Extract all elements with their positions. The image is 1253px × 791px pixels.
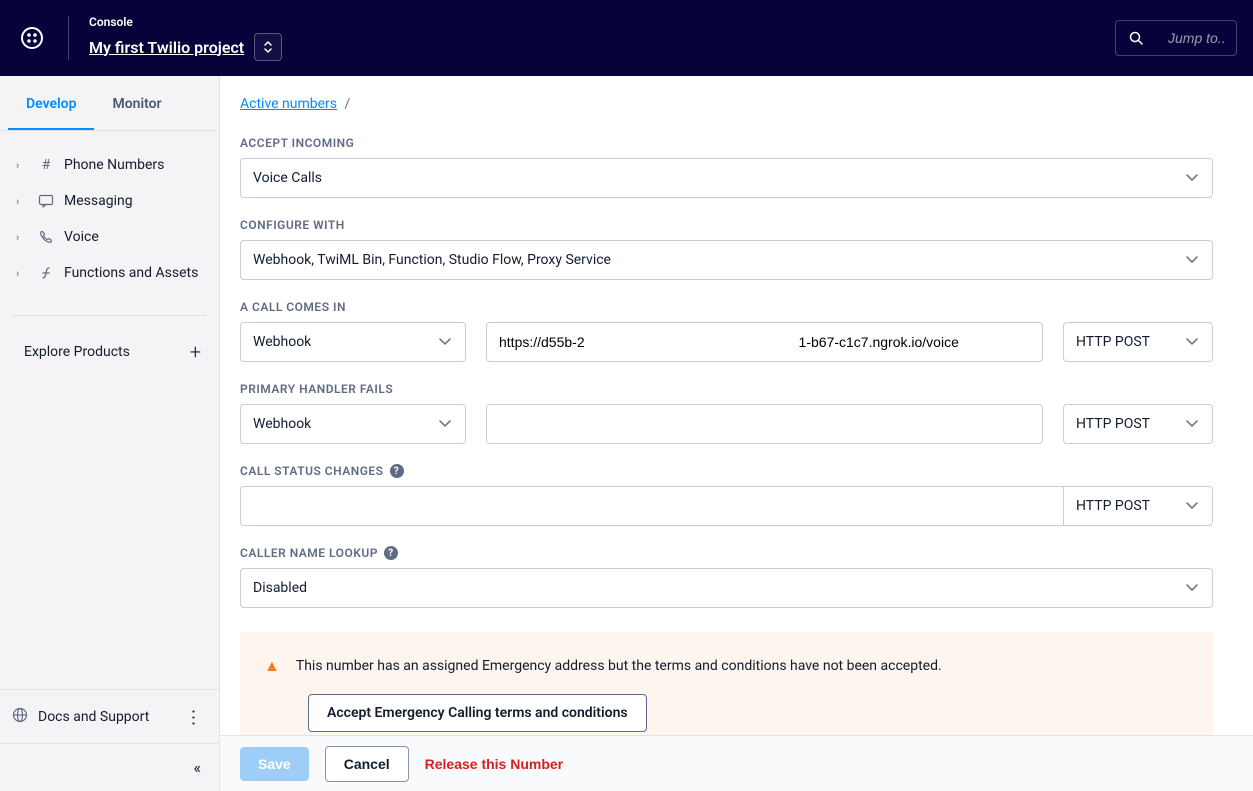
field-label: CALL STATUS CHANGES ? <box>240 464 1213 478</box>
sidebar-footer: Docs and Support ⋯ « <box>0 689 219 791</box>
phone-icon <box>36 229 56 245</box>
call-comes-in-url-input[interactable] <box>486 322 1043 362</box>
help-icon[interactable]: ? <box>390 464 404 478</box>
sidebar-nav: › # Phone Numbers › Messaging › Voice › … <box>0 131 219 307</box>
call-status-url-input[interactable] <box>240 486 1063 526</box>
field-label-text: CALLER NAME LOOKUP <box>240 546 378 560</box>
select-value: Webhook <box>253 416 311 432</box>
field-label: A CALL COMES IN <box>240 300 1213 314</box>
call-status-method-select[interactable]: HTTP POST <box>1063 486 1213 526</box>
sidebar: Develop Monitor › # Phone Numbers › Mess… <box>0 76 220 791</box>
cancel-button[interactable]: Cancel <box>325 746 409 782</box>
select-value: HTTP POST <box>1076 416 1150 432</box>
tab-monitor[interactable]: Monitor <box>94 76 179 130</box>
select-value: HTTP POST <box>1076 498 1150 514</box>
header-divider <box>68 16 69 60</box>
sidebar-item-phone-numbers[interactable]: › # Phone Numbers <box>0 147 219 183</box>
chevron-right-icon: › <box>16 231 28 244</box>
select-value: Disabled <box>253 580 307 596</box>
accept-terms-button[interactable]: Accept Emergency Calling terms and condi… <box>308 694 647 732</box>
primary-fails-url-input[interactable] <box>486 404 1043 444</box>
field-label: PRIMARY HANDLER FAILS <box>240 382 1213 396</box>
field-label: CONFIGURE WITH <box>240 218 1213 232</box>
chevron-right-icon: › <box>16 267 28 280</box>
chevron-down-icon <box>1186 498 1198 514</box>
globe-icon <box>12 707 28 727</box>
breadcrumb-separator: / <box>345 96 351 112</box>
field-call-comes-in: A CALL COMES IN Webhook HTTP POST <box>240 300 1213 362</box>
primary-fails-type-select[interactable]: Webhook <box>240 404 466 444</box>
select-value: Webhook, TwiML Bin, Function, Studio Flo… <box>253 252 611 268</box>
field-configure-with: CONFIGURE WITH Webhook, TwiML Bin, Funct… <box>240 218 1213 280</box>
sidebar-item-functions-assets[interactable]: › Functions and Assets <box>0 255 219 291</box>
plus-icon: + <box>190 340 201 364</box>
search-input[interactable] <box>1156 30 1236 46</box>
field-accept-incoming: ACCEPT INCOMING Voice Calls <box>240 136 1213 198</box>
chevron-double-left-icon: « <box>193 758 201 777</box>
more-icon[interactable]: ⋯ <box>183 703 204 731</box>
chevron-down-icon <box>1186 580 1198 596</box>
field-primary-fails: PRIMARY HANDLER FAILS Webhook HTTP POST <box>240 382 1213 444</box>
select-value: Webhook <box>253 334 311 350</box>
twilio-logo-icon[interactable] <box>16 22 48 54</box>
tab-develop[interactable]: Develop <box>8 76 94 130</box>
field-label: CALLER NAME LOOKUP ? <box>240 546 1213 560</box>
project-switcher-button[interactable] <box>254 33 282 61</box>
help-icon[interactable]: ? <box>384 546 398 560</box>
sidebar-item-label: Functions and Assets <box>64 265 203 281</box>
console-label: Console <box>89 15 282 29</box>
project-name[interactable]: My first Twilio project <box>89 38 244 57</box>
sidebar-item-label: Voice <box>64 229 203 245</box>
chevron-down-icon <box>439 334 451 350</box>
field-label: ACCEPT INCOMING <box>240 136 1213 150</box>
search-icon[interactable] <box>1116 20 1156 56</box>
select-value: HTTP POST <box>1076 334 1150 350</box>
warning-icon: ▲ <box>264 656 280 676</box>
explore-products[interactable]: Explore Products + <box>0 324 219 380</box>
chevron-right-icon: › <box>16 159 28 172</box>
collapse-sidebar-button[interactable]: « <box>0 744 219 791</box>
select-value: Voice Calls <box>253 170 322 186</box>
chevron-down-icon <box>1186 416 1198 432</box>
chevron-down-icon <box>439 416 451 432</box>
docs-support[interactable]: Docs and Support ⋯ <box>0 690 219 744</box>
function-icon <box>36 265 56 281</box>
sidebar-item-label: Messaging <box>64 193 203 209</box>
breadcrumb: Active numbers / <box>240 96 1213 112</box>
project-selector: Console My first Twilio project <box>89 15 282 61</box>
global-search[interactable] <box>1115 20 1237 56</box>
field-caller-lookup: CALLER NAME LOOKUP ? Disabled <box>240 546 1213 608</box>
explore-label: Explore Products <box>24 344 130 360</box>
chevron-down-icon <box>1186 170 1198 186</box>
sidebar-tabs: Develop Monitor <box>0 76 219 131</box>
configure-with-select[interactable]: Webhook, TwiML Bin, Function, Studio Flo… <box>240 240 1213 280</box>
field-label-text: CALL STATUS CHANGES <box>240 464 384 478</box>
chevron-down-icon <box>1186 252 1198 268</box>
primary-fails-method-select[interactable]: HTTP POST <box>1063 404 1213 444</box>
chat-icon <box>36 193 56 209</box>
breadcrumb-active-numbers[interactable]: Active numbers <box>240 96 337 112</box>
call-comes-in-type-select[interactable]: Webhook <box>240 322 466 362</box>
sidebar-divider <box>12 315 207 316</box>
accept-incoming-select[interactable]: Voice Calls <box>240 158 1213 198</box>
chevron-down-icon <box>1186 334 1198 350</box>
release-number-button[interactable]: Release this Number <box>425 756 564 772</box>
caller-lookup-select[interactable]: Disabled <box>240 568 1213 608</box>
sidebar-item-voice[interactable]: › Voice <box>0 219 219 255</box>
sidebar-item-label: Phone Numbers <box>64 157 203 173</box>
call-comes-in-method-select[interactable]: HTTP POST <box>1063 322 1213 362</box>
footer-action-bar: Save Cancel Release this Number <box>220 735 1253 791</box>
save-button[interactable]: Save <box>240 747 309 781</box>
main-content: Active numbers / ACCEPT INCOMING Voice C… <box>220 76 1253 791</box>
top-header: Console My first Twilio project <box>0 0 1253 76</box>
docs-label: Docs and Support <box>38 709 149 725</box>
sidebar-item-messaging[interactable]: › Messaging <box>0 183 219 219</box>
field-call-status: CALL STATUS CHANGES ? HTTP POST <box>240 464 1213 526</box>
warning-text: This number has an assigned Emergency ad… <box>296 658 942 674</box>
hash-icon: # <box>36 157 56 173</box>
chevron-right-icon: › <box>16 195 28 208</box>
